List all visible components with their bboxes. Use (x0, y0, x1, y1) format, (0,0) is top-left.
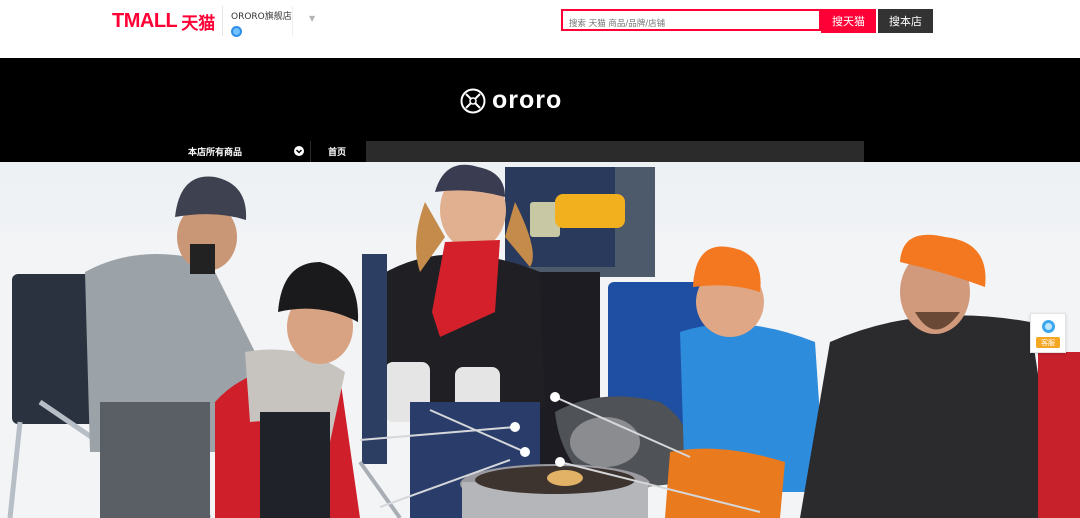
customer-service-icon (1042, 320, 1055, 333)
shop-badge-icon (231, 26, 242, 37)
top-header: TMALL 天猫 ORORO旗舰店 ▼ 搜天猫 搜本店 (0, 0, 1080, 58)
tmall-logo[interactable]: TMALL 天猫 (112, 9, 216, 34)
nav-all-products[interactable]: 本店所有商品 (173, 141, 310, 162)
camp-chair-red (1038, 352, 1080, 518)
tmall-logo-text: TMALL (112, 9, 178, 32)
customer-service-widget[interactable]: 客服 (1030, 313, 1066, 353)
hero-banner-image[interactable] (0, 162, 1080, 518)
search-shop-button[interactable]: 搜本店 (878, 9, 933, 33)
nav-home[interactable]: 首页 (311, 141, 366, 162)
store-banner: ororo 本店所有商品 首页 (0, 58, 1080, 162)
header-divider-2 (292, 6, 293, 36)
fire-pit (460, 464, 650, 518)
store-nav-bar: 本店所有商品 首页 (173, 141, 864, 162)
ororo-emblem-icon (460, 88, 486, 113)
hero-photo (0, 162, 1080, 518)
shop-dropdown-chevron-icon[interactable]: ▼ (309, 14, 315, 23)
header-divider (222, 6, 223, 36)
ororo-logo[interactable]: ororo (460, 86, 562, 115)
nav-all-products-label: 本店所有商品 (188, 148, 243, 158)
customer-service-label: 客服 (1036, 337, 1060, 348)
search-box (561, 9, 821, 33)
chevron-down-icon (294, 146, 304, 156)
search-input[interactable] (563, 15, 819, 33)
shop-info[interactable]: ORORO旗舰店 (231, 9, 292, 37)
search-tmall-button[interactable]: 搜天猫 (821, 9, 876, 33)
ororo-brand-text: ororo (492, 86, 563, 114)
tmall-logo-cn: 天猫 (181, 13, 216, 34)
shop-name: ORORO旗舰店 (231, 12, 292, 22)
